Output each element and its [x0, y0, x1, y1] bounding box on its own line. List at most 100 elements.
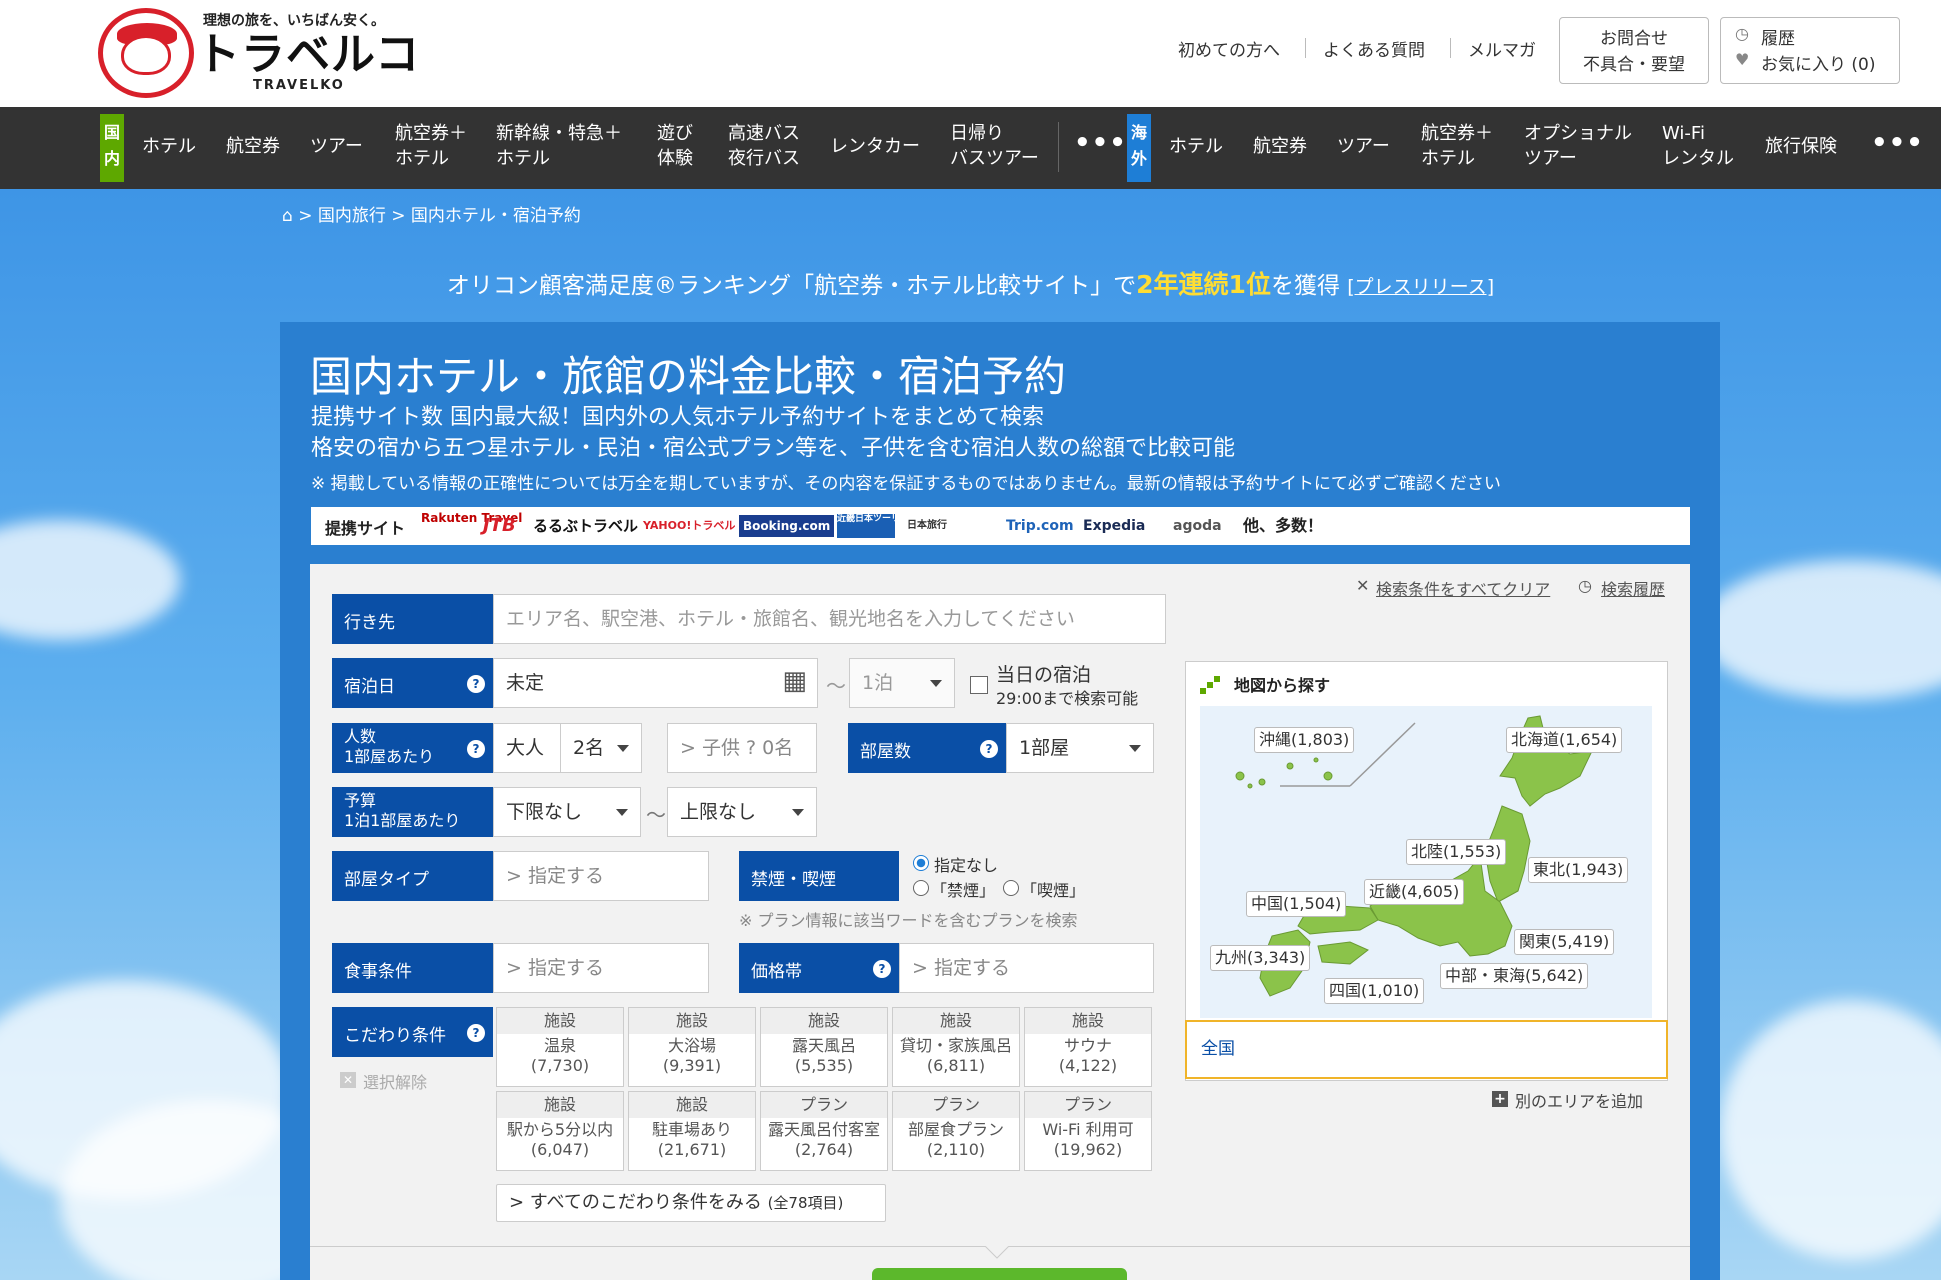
- partner-logo: 近畿日本ツーリスト: [837, 514, 895, 538]
- search-button[interactable]: [872, 1268, 1127, 1280]
- nav-overseas-item[interactable]: Wi-Fi レンタル: [1662, 121, 1734, 171]
- kodawari-chip[interactable]: 施設 温泉 (7,730): [496, 1007, 624, 1087]
- link-faq[interactable]: よくある質問: [1323, 36, 1425, 61]
- smoking-radio-none[interactable]: [913, 855, 929, 871]
- nav-domestic-item[interactable]: ホテル: [142, 134, 196, 159]
- nav-overseas-item[interactable]: オプショナル ツアー: [1524, 121, 1632, 171]
- price-select[interactable]: > 指定する: [899, 943, 1154, 993]
- people-label: 人数 1部屋あたり?: [332, 723, 493, 773]
- map-region-label[interactable]: 中国(1,504): [1246, 891, 1347, 917]
- press-release-link[interactable]: [プレスリリース]: [1347, 276, 1494, 298]
- selected-area-field[interactable]: 全国: [1185, 1020, 1668, 1079]
- breadcrumb-domestic[interactable]: 国内旅行: [318, 206, 386, 226]
- smoking-note: ※ プラン情報に該当ワードを含むプランを検索: [739, 911, 1078, 930]
- logo-mascot-icon: [98, 8, 194, 98]
- link-first-time[interactable]: 初めての方へ: [1178, 36, 1280, 61]
- kodawari-chip[interactable]: 施設 駅から5分以内 (6,047): [496, 1091, 624, 1171]
- logo[interactable]: 理想の旅を、いちばん安く。 トラベルコ TRAVELKO: [98, 8, 419, 98]
- map-region-label[interactable]: 北陸(1,553): [1406, 839, 1507, 865]
- domestic-more-icon[interactable]: •••: [1074, 128, 1127, 158]
- sameday-label: 当日の宿泊: [996, 664, 1092, 686]
- nav-overseas-item[interactable]: 航空券＋ ホテル: [1421, 121, 1493, 171]
- nav-domestic-item[interactable]: ツアー: [310, 134, 363, 159]
- kodawari-chip[interactable]: 施設 サウナ (4,122): [1024, 1007, 1152, 1087]
- roomtype-label: 部屋タイプ: [332, 851, 493, 901]
- nav-domestic-item[interactable]: 航空券＋ ホテル: [395, 121, 467, 171]
- child-select[interactable]: > 子供 ? 0名: [667, 723, 817, 773]
- all-conditions-button[interactable]: > すべてのこだわり条件をみる (全78項目): [496, 1184, 886, 1222]
- add-area-link[interactable]: 別のエリアを追加: [1515, 1088, 1643, 1112]
- map-region-label[interactable]: 四国(1,010): [1324, 978, 1425, 1004]
- kodawari-chip[interactable]: プラン 部屋食プラン (2,110): [892, 1091, 1020, 1171]
- map-region-label[interactable]: 東北(1,943): [1528, 857, 1629, 883]
- map-region-label[interactable]: 関東(5,419): [1514, 929, 1615, 955]
- meal-select[interactable]: > 指定する: [493, 943, 709, 993]
- nights-select[interactable]: 1泊: [849, 658, 955, 708]
- clock-icon: ◷: [1735, 24, 1749, 43]
- adult-select[interactable]: 2名: [560, 723, 642, 773]
- kodawari-label: こだわり条件?: [332, 1007, 493, 1057]
- checkin-date-input[interactable]: 未定 ▦: [493, 658, 818, 708]
- favorites-link[interactable]: お気に入り (0): [1761, 50, 1875, 75]
- smoking-label: 禁煙・喫煙: [739, 851, 899, 901]
- map-region-label[interactable]: 沖縄(1,803): [1254, 727, 1355, 753]
- kodawari-chip[interactable]: 施設 貸切・家族風呂 (6,811): [892, 1007, 1020, 1087]
- page-title: 国内ホテル・旅館の料金比較・宿泊予約: [310, 352, 1067, 401]
- history-link[interactable]: 履歴: [1761, 24, 1795, 49]
- map-region-label[interactable]: 近畿(4,605): [1364, 879, 1465, 905]
- contact-button[interactable]: お問合せ 不具合・要望: [1559, 17, 1709, 84]
- map-region-label[interactable]: 中部・東海(5,642): [1440, 963, 1589, 989]
- nav-domestic-item[interactable]: 日帰り バスツアー: [950, 121, 1039, 171]
- kodawari-chip[interactable]: 施設 大浴場 (9,391): [628, 1007, 756, 1087]
- kodawari-chip[interactable]: 施設 駐車場あり (21,671): [628, 1091, 756, 1171]
- kodawari-chip[interactable]: 施設 露天風呂 (5,535): [760, 1007, 888, 1087]
- nav-domestic-item[interactable]: レンタカー: [830, 134, 920, 159]
- nav-overseas-item[interactable]: ツアー: [1337, 134, 1390, 159]
- partners-label: 提携サイト: [325, 519, 406, 538]
- budget-label: 予算 1泊1部屋あたり: [332, 787, 493, 837]
- destination-input[interactable]: エリア名、駅空港、ホテル・旅館名、観光地名を入力してください: [493, 594, 1166, 644]
- destination-label: 行き先: [332, 594, 493, 644]
- smoking-radio-smoking[interactable]: [1003, 880, 1019, 896]
- link-newsletter[interactable]: メルマガ: [1468, 36, 1536, 61]
- smoking-radio-nonsmoking[interactable]: [913, 880, 929, 896]
- deselect-link[interactable]: 選択解除: [363, 1069, 427, 1093]
- help-icon: ?: [873, 960, 891, 978]
- partner-logo: agoda: [1173, 518, 1222, 534]
- kodawari-chip[interactable]: プラン Wi-Fi 利用可 (19,962): [1024, 1091, 1152, 1171]
- plus-icon[interactable]: +: [1492, 1091, 1508, 1107]
- nav-overseas-item[interactable]: 旅行保険: [1765, 134, 1837, 159]
- partners-more: 他、多数！: [1243, 516, 1324, 535]
- hero-subtitle-1: 提携サイト数 国内最大級！国内外の人気ホテル予約サイトをまとめて検索: [311, 405, 1044, 430]
- budget-min-select[interactable]: 下限なし: [493, 787, 641, 837]
- nav-domestic-item[interactable]: 航空券: [226, 134, 280, 159]
- rooms-label: 部屋数?: [848, 723, 1006, 773]
- roomtype-select[interactable]: > 指定する: [493, 851, 709, 901]
- logo-text: トラベルコ: [196, 29, 421, 80]
- clear-icon[interactable]: ✕: [1356, 576, 1369, 595]
- nav-overseas-item[interactable]: ホテル: [1169, 134, 1223, 159]
- calendar-icon[interactable]: ▦: [782, 659, 807, 705]
- partner-logo: Trip.com: [1006, 518, 1074, 534]
- hero-subtitle-2: 格安の宿から五つ星ホテル・民泊・宿公式プラン等を、子供を含む宿泊人数の総額で比較…: [311, 436, 1236, 461]
- home-icon[interactable]: ⌂: [282, 206, 293, 226]
- sameday-checkbox[interactable]: [970, 676, 988, 694]
- deselect-icon[interactable]: ✕: [340, 1072, 356, 1088]
- nav-domestic-item[interactable]: 高速バス 夜行バス: [728, 121, 800, 171]
- nav-domestic-item[interactable]: 遊び 体験: [657, 121, 693, 171]
- kodawari-chip[interactable]: プラン 露天風呂付客室 (2,764): [760, 1091, 888, 1171]
- partner-logo: Rakuten Travel: [421, 511, 523, 525]
- budget-max-select[interactable]: 上限なし: [667, 787, 817, 837]
- rooms-select[interactable]: 1部屋: [1006, 723, 1154, 773]
- overseas-badge: 海外: [1127, 114, 1151, 182]
- history-favorites-box: ◷ 履歴 ♥ お気に入り (0): [1720, 17, 1900, 84]
- map-region-label[interactable]: 九州(3,343): [1210, 945, 1311, 971]
- overseas-more-icon[interactable]: •••: [1871, 128, 1924, 158]
- breadcrumb: ⌂ > 国内旅行 > 国内ホテル・宿泊予約: [282, 206, 581, 226]
- domestic-badge: 国内: [100, 114, 124, 182]
- clear-all-link[interactable]: 検索条件をすべてクリア: [1376, 576, 1550, 600]
- nav-domestic-item[interactable]: 新幹線・特急＋ ホテル: [496, 121, 622, 171]
- map-region-label[interactable]: 北海道(1,654): [1506, 727, 1623, 753]
- search-history-link[interactable]: 検索履歴: [1601, 576, 1665, 600]
- nav-overseas-item[interactable]: 航空券: [1253, 134, 1307, 159]
